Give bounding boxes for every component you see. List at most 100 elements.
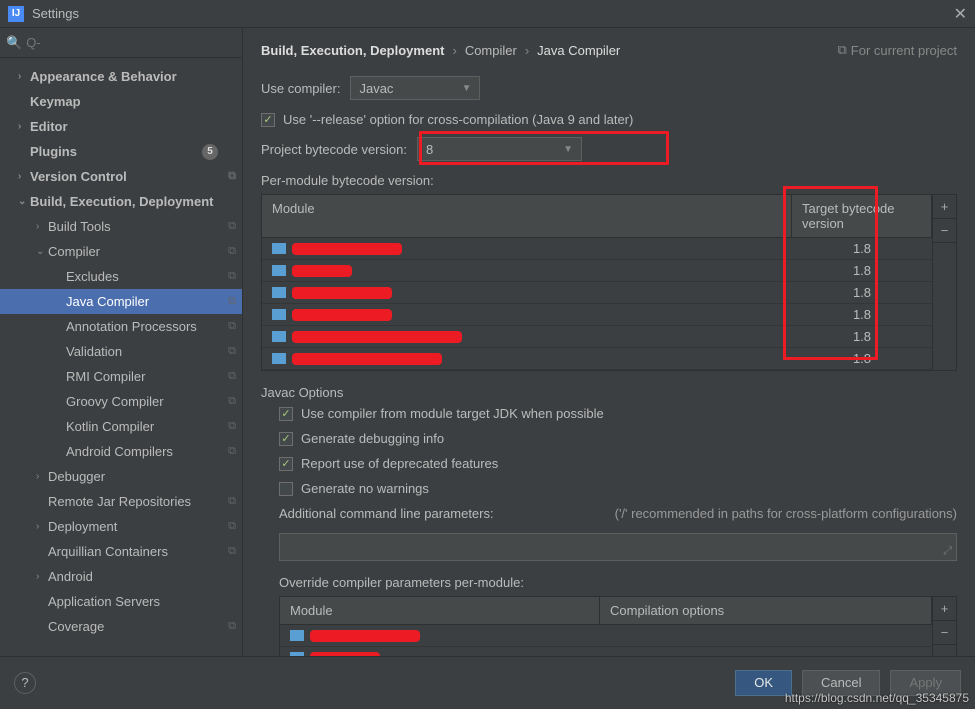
target-version-cell[interactable]: 1.8 bbox=[792, 351, 932, 366]
sidebar-item-rmi-compiler[interactable]: RMI Compiler⧉ bbox=[0, 364, 242, 389]
target-version-cell[interactable]: 1.8 bbox=[792, 307, 932, 322]
remove-button[interactable]: − bbox=[933, 621, 956, 645]
sidebar-item-application-servers[interactable]: Application Servers bbox=[0, 589, 242, 614]
sidebar-item-editor[interactable]: ›Editor bbox=[0, 114, 242, 139]
sidebar-item-build-execution-deployment[interactable]: ⌄Build, Execution, Deployment bbox=[0, 189, 242, 214]
use-compiler-label: Use compiler: bbox=[261, 81, 340, 96]
ok-button[interactable]: OK bbox=[735, 670, 792, 696]
sidebar-item-label: Coverage bbox=[48, 619, 104, 634]
window-title: Settings bbox=[32, 6, 79, 21]
redacted-text bbox=[310, 652, 380, 657]
checkbox-icon: ✓ bbox=[261, 113, 275, 127]
project-bytecode-select[interactable]: 8 ▼ bbox=[417, 137, 582, 161]
additional-params-input[interactable]: ⤢ bbox=[279, 533, 957, 561]
table-row[interactable]: 1.8 bbox=[262, 238, 932, 260]
sidebar-item-label: Remote Jar Repositories bbox=[48, 494, 191, 509]
sidebar-item-kotlin-compiler[interactable]: Kotlin Compiler⧉ bbox=[0, 414, 242, 439]
target-version-cell[interactable]: 1.8 bbox=[792, 329, 932, 344]
sidebar-item-annotation-processors[interactable]: Annotation Processors⧉ bbox=[0, 314, 242, 339]
override-label: Override compiler parameters per-module: bbox=[279, 575, 957, 590]
sidebar-item-version-control[interactable]: ›Version Control⧉ bbox=[0, 164, 242, 189]
add-button[interactable]: + bbox=[933, 597, 956, 621]
javac-title: Javac Options bbox=[261, 385, 957, 400]
table-row[interactable]: 1.8 bbox=[262, 348, 932, 370]
target-version-cell[interactable]: 1.8 bbox=[792, 263, 932, 278]
sidebar-item-debugger[interactable]: ›Debugger bbox=[0, 464, 242, 489]
column-header-options[interactable]: Compilation options bbox=[600, 597, 932, 624]
sidebar-item-appearance-behavior[interactable]: ›Appearance & Behavior bbox=[0, 64, 242, 89]
table-row[interactable]: 1.8 bbox=[262, 282, 932, 304]
sidebar-item-java-compiler[interactable]: Java Compiler⧉ bbox=[0, 289, 242, 314]
table-row[interactable]: 1.8 bbox=[262, 304, 932, 326]
column-header-module[interactable]: Module bbox=[262, 195, 792, 237]
content-panel: Build, Execution, Deployment › Compiler … bbox=[243, 28, 975, 656]
sidebar-item-excludes[interactable]: Excludes⧉ bbox=[0, 264, 242, 289]
folder-icon bbox=[272, 309, 286, 320]
use-compiler-select[interactable]: Javac ▼ bbox=[350, 76, 480, 100]
sidebar-item-label: Editor bbox=[30, 119, 68, 134]
sidebar-item-compiler[interactable]: ⌄Compiler⧉ bbox=[0, 239, 242, 264]
scope-icon: ⧉ bbox=[228, 270, 236, 283]
table-row[interactable] bbox=[280, 647, 932, 656]
folder-icon bbox=[272, 265, 286, 276]
javac-option-checkbox[interactable]: ✓Report use of deprecated features bbox=[279, 456, 957, 471]
javac-option-checkbox[interactable]: ✓Generate debugging info bbox=[279, 431, 957, 446]
search-box[interactable]: 🔍 bbox=[0, 28, 242, 58]
sidebar-item-arquillian-containers[interactable]: Arquillian Containers⧉ bbox=[0, 539, 242, 564]
scope-icon: ⧉ bbox=[228, 370, 236, 383]
remove-button[interactable]: − bbox=[933, 219, 956, 243]
sidebar-item-android[interactable]: ›Android bbox=[0, 564, 242, 589]
add-button[interactable]: + bbox=[933, 195, 956, 219]
tree-arrow-icon: › bbox=[18, 71, 30, 82]
breadcrumb-part[interactable]: Compiler bbox=[465, 43, 517, 58]
chevron-down-icon: ▼ bbox=[563, 144, 573, 155]
sidebar-item-coverage[interactable]: Coverage⧉ bbox=[0, 614, 242, 639]
column-header-target[interactable]: Target bytecode version bbox=[792, 195, 932, 237]
sidebar-item-groovy-compiler[interactable]: Groovy Compiler⧉ bbox=[0, 389, 242, 414]
watermark: https://blog.csdn.net/qq_35345875 bbox=[785, 691, 969, 705]
javac-option-checkbox[interactable]: ✓Use compiler from module target JDK whe… bbox=[279, 406, 957, 421]
sidebar-item-deployment[interactable]: ›Deployment⧉ bbox=[0, 514, 242, 539]
project-bytecode-value: 8 bbox=[426, 142, 433, 157]
sidebar-item-label: Validation bbox=[66, 344, 122, 359]
tree-arrow-icon: ⌄ bbox=[18, 196, 30, 207]
sidebar-item-remote-jar-repositories[interactable]: Remote Jar Repositories ⧉ bbox=[0, 489, 242, 514]
javac-option-checkbox[interactable]: Generate no warnings bbox=[279, 481, 957, 496]
table-row[interactable]: 1.8 bbox=[262, 260, 932, 282]
sidebar-item-label: Appearance & Behavior bbox=[30, 69, 177, 84]
sidebar-item-label: Build, Execution, Deployment bbox=[30, 194, 213, 209]
tree-arrow-icon: › bbox=[36, 221, 48, 232]
scope-label: For current project bbox=[851, 43, 957, 58]
sidebar-item-label: Debugger bbox=[48, 469, 105, 484]
target-version-cell[interactable]: 1.8 bbox=[792, 285, 932, 300]
help-button[interactable]: ? bbox=[14, 672, 36, 694]
folder-icon bbox=[272, 353, 286, 364]
sidebar-item-keymap[interactable]: Keymap bbox=[0, 89, 242, 114]
sidebar-item-plugins[interactable]: Plugins5 bbox=[0, 139, 242, 164]
tree-arrow-icon: › bbox=[36, 471, 48, 482]
scope-icon: ⧉ bbox=[228, 220, 236, 233]
close-icon[interactable]: ✕ bbox=[954, 4, 967, 24]
sidebar-item-label: Keymap bbox=[30, 94, 81, 109]
sidebar-item-android-compilers[interactable]: Android Compilers⧉ bbox=[0, 439, 242, 464]
sidebar-item-label: Kotlin Compiler bbox=[66, 419, 154, 434]
sidebar-item-validation[interactable]: Validation⧉ bbox=[0, 339, 242, 364]
tree-arrow-icon: › bbox=[36, 571, 48, 582]
release-option-label: Use '--release' option for cross-compila… bbox=[283, 112, 633, 127]
title-bar: IJ Settings ✕ bbox=[0, 0, 975, 28]
sidebar-item-label: Annotation Processors bbox=[66, 319, 197, 334]
expand-icon[interactable]: ⤢ bbox=[943, 545, 952, 558]
settings-tree: ›Appearance & BehaviorKeymap›EditorPlugi… bbox=[0, 58, 242, 656]
target-version-cell[interactable]: 1.8 bbox=[792, 241, 932, 256]
release-option-checkbox[interactable]: ✓ Use '--release' option for cross-compi… bbox=[261, 112, 957, 127]
column-header-module[interactable]: Module bbox=[280, 597, 600, 624]
scope-icon: ⧉ bbox=[228, 545, 236, 558]
breadcrumb-part[interactable]: Build, Execution, Deployment bbox=[261, 43, 444, 58]
table-row[interactable]: 1.8 bbox=[262, 326, 932, 348]
sidebar-item-build-tools[interactable]: ›Build Tools⧉ bbox=[0, 214, 242, 239]
table-row[interactable] bbox=[280, 625, 932, 647]
search-input[interactable] bbox=[26, 35, 236, 50]
checkbox-icon: ✓ bbox=[279, 457, 293, 471]
tree-arrow-icon: › bbox=[18, 121, 30, 132]
scope-icon: ⧉ bbox=[228, 495, 236, 508]
